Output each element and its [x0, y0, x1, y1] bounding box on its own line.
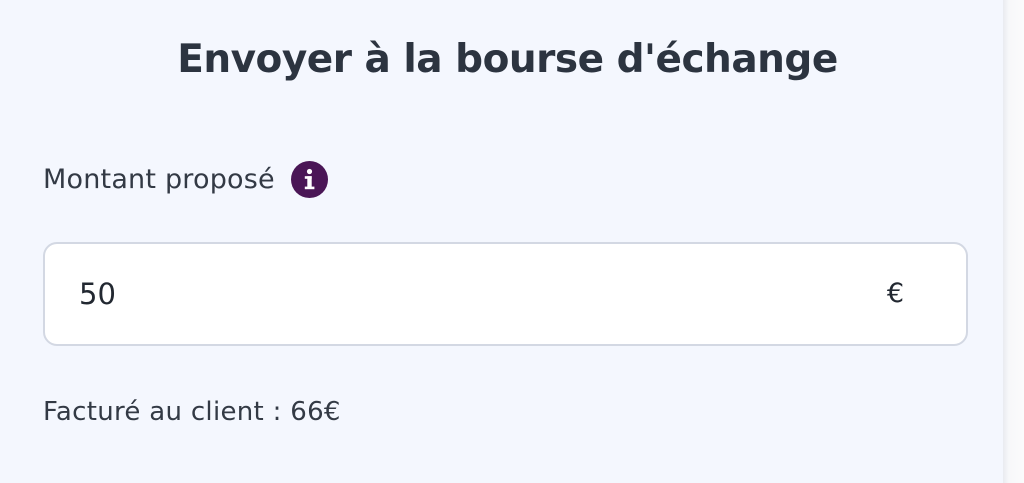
amount-input[interactable]: 50 € [43, 242, 968, 346]
amount-input-value[interactable]: 50 [79, 244, 116, 344]
dialog-title: Envoyer à la bourse d'échange [177, 37, 838, 82]
panel-edge-divider [1003, 0, 1024, 483]
info-icon-glyph [304, 168, 315, 189]
currency-symbol: € [886, 278, 904, 309]
info-icon[interactable] [290, 160, 328, 198]
amount-label: Montant proposé [43, 163, 275, 195]
amount-label-row: Montant proposé [43, 157, 328, 201]
dialog-panel: Envoyer à la bourse d'échange Montant pr… [0, 0, 1003, 483]
billed-to-client-text: Facturé au client : 66€ [43, 397, 341, 427]
